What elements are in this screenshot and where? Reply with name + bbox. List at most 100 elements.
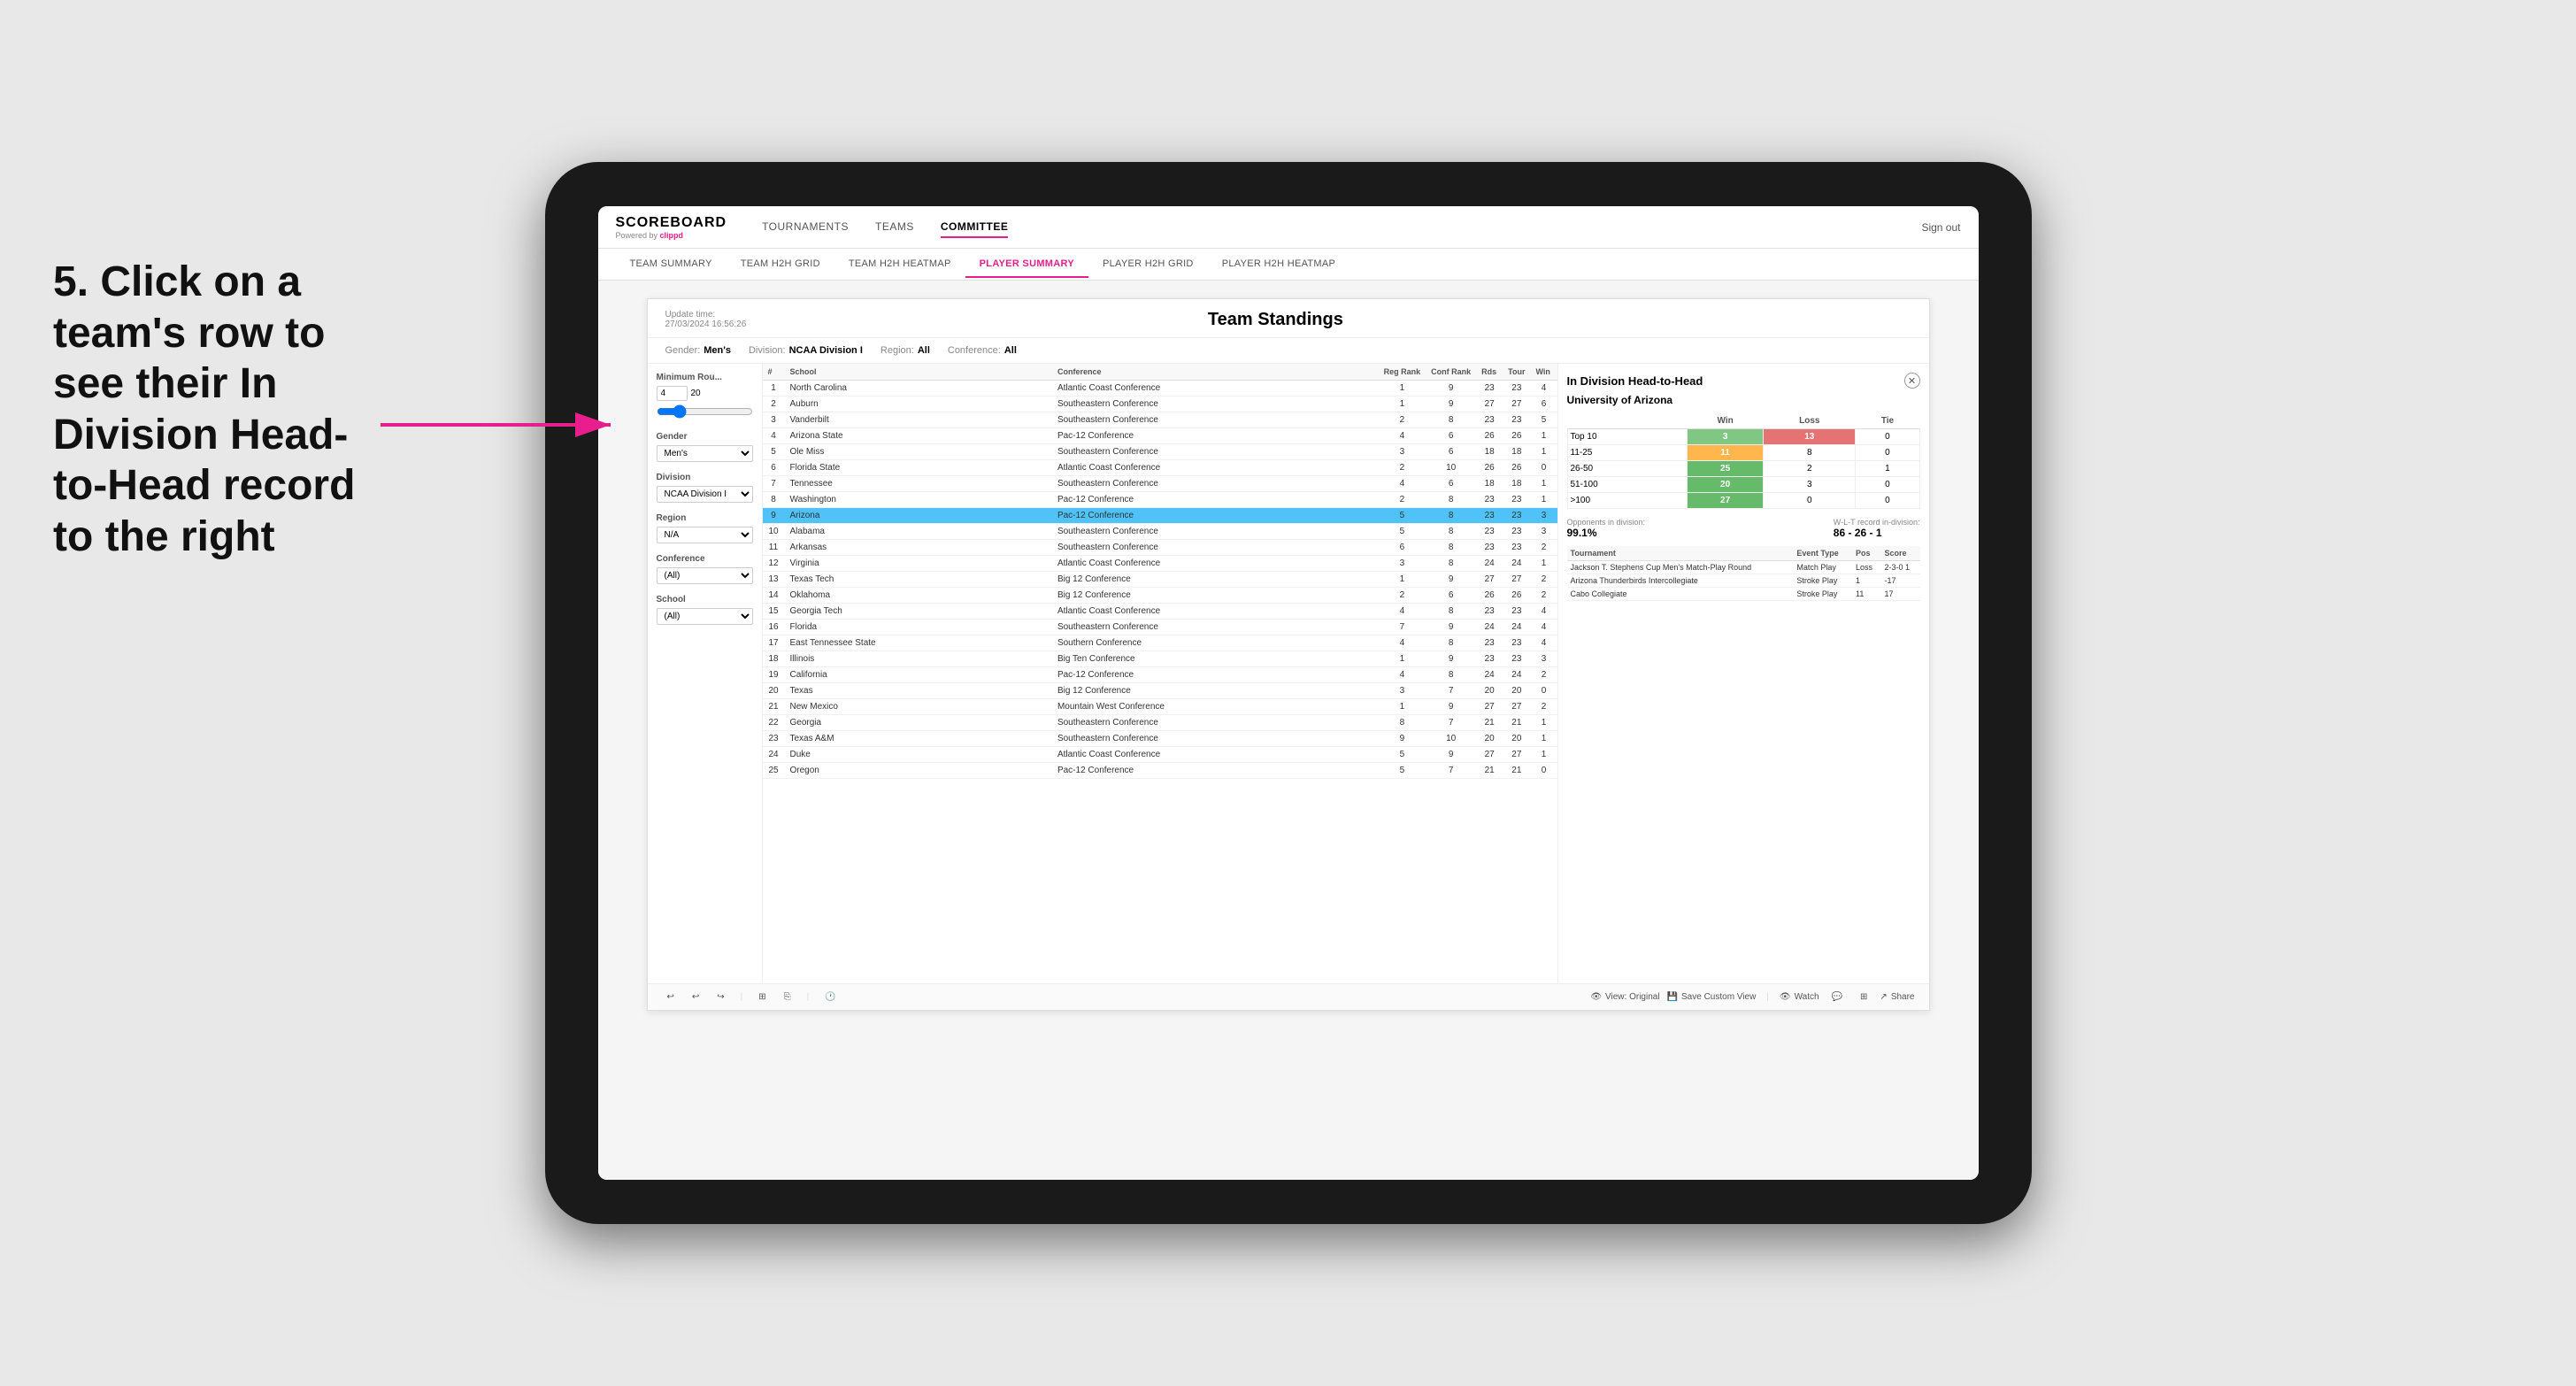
- tour-name: Jackson T. Stephens Cup Men's Match-Play…: [1567, 561, 1794, 574]
- table-row[interactable]: 20 Texas Big 12 Conference 3 7 20 20 0: [763, 683, 1557, 699]
- cell-reg-rank: 4: [1379, 428, 1426, 444]
- nav-tournaments[interactable]: TOURNAMENTS: [762, 217, 849, 238]
- h2h-tbody: Top 10 3 13 0 11-25 11 8 0 26-50 25 2 1 …: [1567, 429, 1919, 509]
- min-rounds-input[interactable]: [657, 386, 688, 401]
- table-row[interactable]: 19 California Pac-12 Conference 4 8 24 2…: [763, 667, 1557, 683]
- grid2-button[interactable]: ⊞: [1855, 989, 1872, 1005]
- cell-conference: Atlantic Coast Conference: [1052, 381, 1379, 397]
- wlt-value: 86 - 26 - 1: [1834, 527, 1920, 539]
- table-row[interactable]: 2 Auburn Southeastern Conference 1 9 27 …: [763, 397, 1557, 412]
- cell-rank: 21: [763, 699, 785, 715]
- table-row[interactable]: 12 Virginia Atlantic Coast Conference 3 …: [763, 556, 1557, 572]
- undo2-button[interactable]: ↩: [687, 989, 704, 1005]
- table-row[interactable]: 23 Texas A&M Southeastern Conference 9 1…: [763, 731, 1557, 747]
- cell-win: 4: [1531, 604, 1557, 620]
- h2h-tie-cell: 0: [1856, 477, 1919, 493]
- cell-tour: 24: [1503, 667, 1530, 683]
- view-original-button[interactable]: 👁 View: Original: [1590, 992, 1659, 1002]
- h2h-win-cell: 25: [1688, 461, 1764, 477]
- copy-button[interactable]: ⎘: [779, 989, 796, 1005]
- cell-school: Arizona: [785, 508, 1052, 524]
- table-row[interactable]: 15 Georgia Tech Atlantic Coast Conferenc…: [763, 604, 1557, 620]
- cell-reg-rank: 1: [1379, 651, 1426, 667]
- division-filter-label: Division: [657, 473, 753, 482]
- cell-tour: 26: [1503, 460, 1530, 476]
- cell-rds: 24: [1476, 620, 1503, 635]
- h2h-win-cell: 11: [1688, 445, 1764, 461]
- save-custom-button[interactable]: 💾 Save Custom View: [1667, 992, 1757, 1002]
- cell-conf-rank: 9: [1426, 397, 1476, 412]
- table-row[interactable]: 13 Texas Tech Big 12 Conference 1 9 27 2…: [763, 572, 1557, 588]
- table-row[interactable]: 25 Oregon Pac-12 Conference 5 7 21 21 0: [763, 763, 1557, 779]
- cell-rank: 6: [763, 460, 785, 476]
- table-row[interactable]: 17 East Tennessee State Southern Confere…: [763, 635, 1557, 651]
- subnav-player-summary[interactable]: PLAYER SUMMARY: [965, 251, 1088, 278]
- cell-conf-rank: 8: [1426, 540, 1476, 556]
- cell-conf-rank: 6: [1426, 428, 1476, 444]
- division-filter-group: Division NCAA Division I NCAA Division I…: [657, 473, 753, 503]
- cell-reg-rank: 3: [1379, 556, 1426, 572]
- col-rank: #: [763, 364, 785, 381]
- table-row[interactable]: 16 Florida Southeastern Conference 7 9 2…: [763, 620, 1557, 635]
- table-row[interactable]: 24 Duke Atlantic Coast Conference 5 9 27…: [763, 747, 1557, 763]
- h2h-tie-cell: 0: [1856, 429, 1919, 445]
- table-row[interactable]: 3 Vanderbilt Southeastern Conference 2 8…: [763, 412, 1557, 428]
- cell-rds: 26: [1476, 460, 1503, 476]
- cell-rds: 20: [1476, 731, 1503, 747]
- grid-button[interactable]: ⊞: [753, 989, 771, 1005]
- division-select[interactable]: NCAA Division I NCAA Division II NCAA Di…: [657, 486, 753, 503]
- cell-conference: Southeastern Conference: [1052, 444, 1379, 460]
- cell-conference: Atlantic Coast Conference: [1052, 460, 1379, 476]
- region-select[interactable]: N/A East West: [657, 527, 753, 543]
- watch-button[interactable]: 👁 Watch: [1780, 992, 1819, 1002]
- min-rounds-group: Minimum Rou... 20: [657, 373, 753, 421]
- h2h-breakdown-table: Win Loss Tie Top 10 3 13 0 11-25 11 8 0: [1567, 413, 1920, 509]
- opponents-section: Opponents in division: 99.1% W-L-T recor…: [1567, 518, 1920, 539]
- redo-button[interactable]: ↪: [711, 989, 729, 1005]
- cell-rds: 23: [1476, 540, 1503, 556]
- cell-conference: Atlantic Coast Conference: [1052, 604, 1379, 620]
- subnav-player-h2h-grid[interactable]: PLAYER H2H GRID: [1088, 251, 1208, 278]
- cell-rank: 10: [763, 524, 785, 540]
- nav-teams[interactable]: TEAMS: [875, 217, 914, 238]
- h2h-close-button[interactable]: ✕: [1904, 373, 1920, 389]
- conference-select[interactable]: (All): [657, 567, 753, 584]
- cell-tour: 21: [1503, 763, 1530, 779]
- table-row[interactable]: 18 Illinois Big Ten Conference 1 9 23 23…: [763, 651, 1557, 667]
- subnav-team-h2h-grid[interactable]: TEAM H2H GRID: [727, 251, 834, 278]
- cell-rds: 23: [1476, 524, 1503, 540]
- view-icon: 👁: [1590, 992, 1602, 1002]
- share-button[interactable]: ↗ Share: [1880, 992, 1914, 1002]
- cell-conf-rank: 8: [1426, 508, 1476, 524]
- table-row[interactable]: 1 North Carolina Atlantic Coast Conferen…: [763, 381, 1557, 397]
- table-row[interactable]: 10 Alabama Southeastern Conference 5 8 2…: [763, 524, 1557, 540]
- nav-committee[interactable]: COMMITTEE: [941, 217, 1009, 238]
- tour-col-name: Tournament: [1567, 546, 1794, 561]
- undo-button[interactable]: ↩: [662, 989, 680, 1005]
- comment-button[interactable]: 💬: [1826, 989, 1848, 1005]
- gender-select[interactable]: Men's Women's: [657, 445, 753, 462]
- table-row[interactable]: 6 Florida State Atlantic Coast Conferenc…: [763, 460, 1557, 476]
- table-row[interactable]: 11 Arkansas Southeastern Conference 6 8 …: [763, 540, 1557, 556]
- h2h-team-name: University of Arizona: [1567, 394, 1920, 406]
- table-row[interactable]: 9 Arizona Pac-12 Conference 5 8 23 23 3: [763, 508, 1557, 524]
- subnav-player-h2h-heatmap[interactable]: PLAYER H2H HEATMAP: [1208, 251, 1350, 278]
- subnav-team-summary[interactable]: TEAM SUMMARY: [616, 251, 727, 278]
- clock-button[interactable]: 🕐: [819, 989, 841, 1005]
- school-select[interactable]: (All): [657, 608, 753, 625]
- table-row[interactable]: 22 Georgia Southeastern Conference 8 7 2…: [763, 715, 1557, 731]
- subnav-team-h2h-heatmap[interactable]: TEAM H2H HEATMAP: [834, 251, 965, 278]
- table-row[interactable]: 4 Arizona State Pac-12 Conference 4 6 26…: [763, 428, 1557, 444]
- table-row[interactable]: 8 Washington Pac-12 Conference 2 8 23 23…: [763, 492, 1557, 508]
- min-rounds-slider[interactable]: [657, 404, 753, 419]
- table-row[interactable]: 7 Tennessee Southeastern Conference 4 6 …: [763, 476, 1557, 492]
- table-row[interactable]: 21 New Mexico Mountain West Conference 1…: [763, 699, 1557, 715]
- h2h-range-label: 11-25: [1567, 445, 1688, 461]
- cell-school: Illinois: [785, 651, 1052, 667]
- sign-out-link[interactable]: Sign out: [1921, 221, 1960, 234]
- cell-tour: 23: [1503, 508, 1530, 524]
- cell-tour: 21: [1503, 715, 1530, 731]
- cell-conf-rank: 7: [1426, 683, 1476, 699]
- table-row[interactable]: 5 Ole Miss Southeastern Conference 3 6 1…: [763, 444, 1557, 460]
- table-row[interactable]: 14 Oklahoma Big 12 Conference 2 6 26 26 …: [763, 588, 1557, 604]
